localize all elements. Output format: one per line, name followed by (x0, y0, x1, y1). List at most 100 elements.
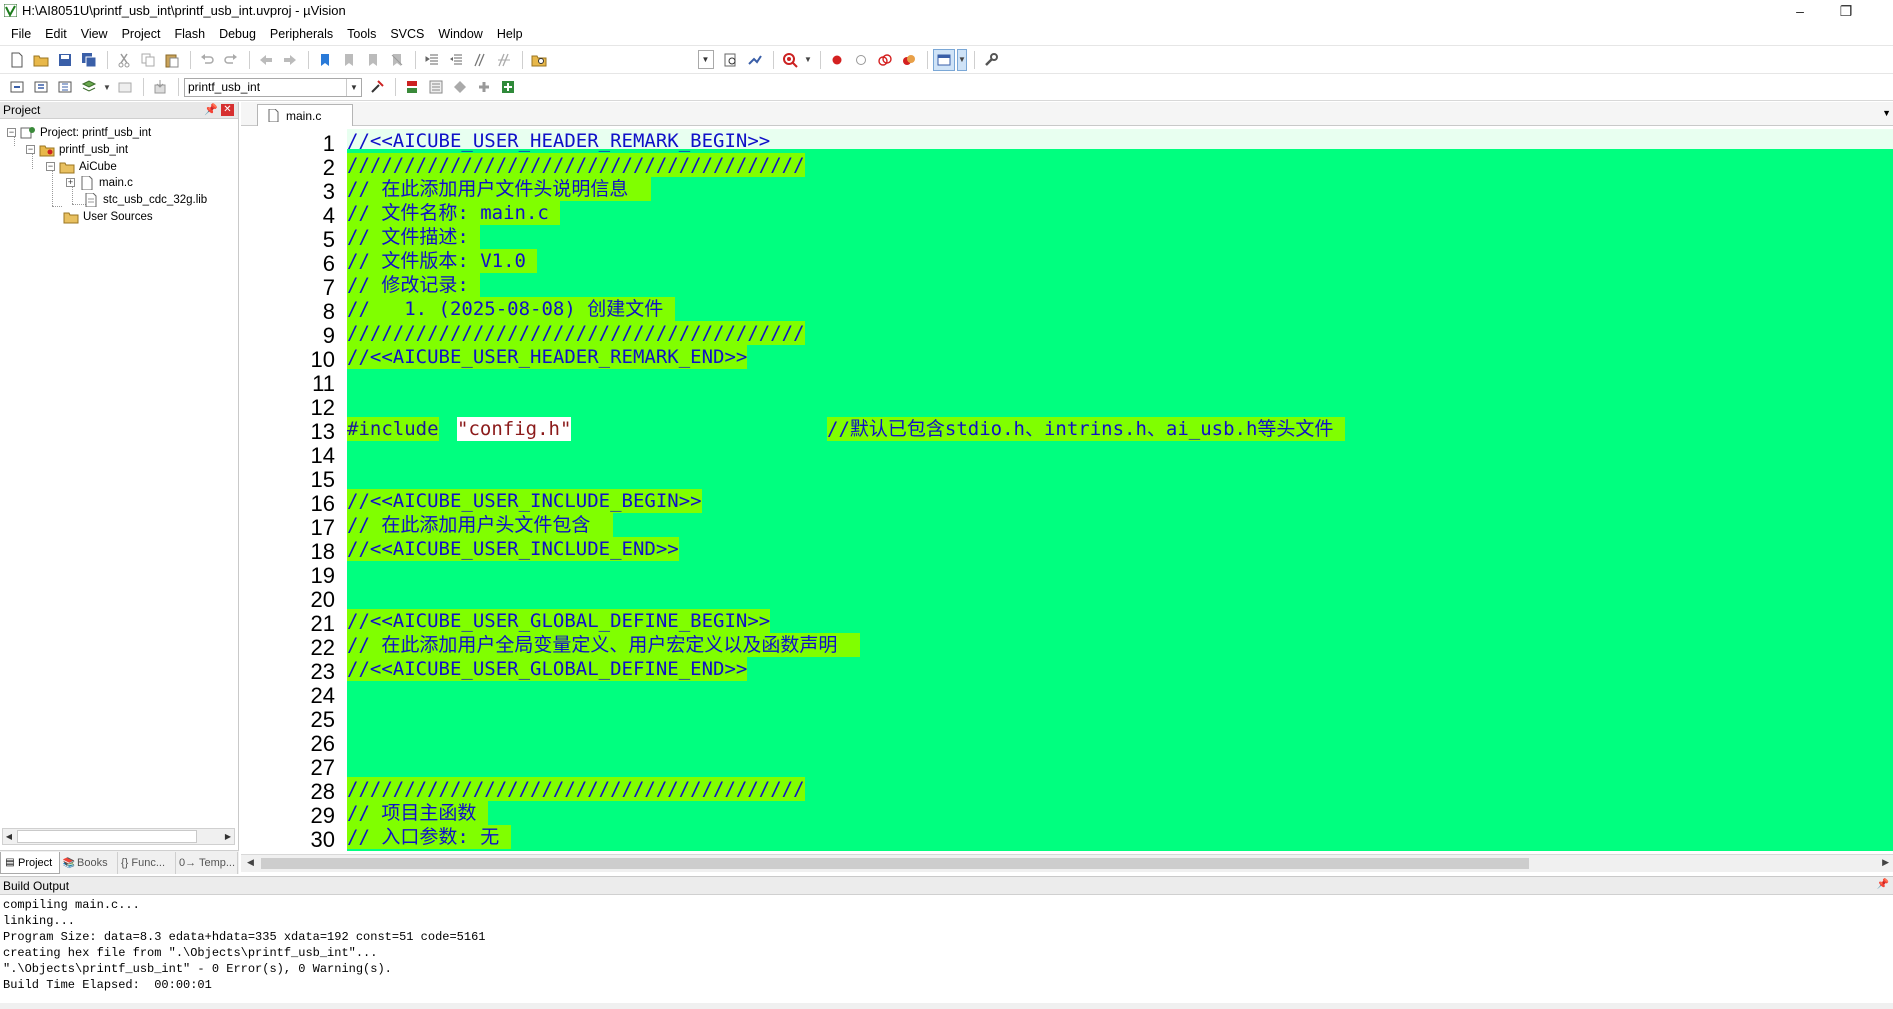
scroll-right-icon[interactable]: ▶ (222, 830, 234, 843)
save-icon[interactable] (54, 49, 76, 71)
enable-breakpoint-icon[interactable] (850, 49, 872, 71)
tab-main-c[interactable]: main.c (257, 104, 353, 126)
collapse-icon[interactable]: − (7, 128, 16, 137)
menu-svcs[interactable]: SVCS (383, 24, 431, 44)
aicube-icon[interactable] (497, 76, 519, 98)
kill-breakpoints-icon[interactable] (898, 49, 920, 71)
find-icon[interactable] (720, 49, 742, 71)
comment-selection-icon[interactable] (469, 49, 491, 71)
menu-help[interactable]: Help (490, 24, 530, 44)
menu-debug[interactable]: Debug (212, 24, 263, 44)
build-output-line: ".\Objects\printf_usb_int" - 0 Error(s),… (3, 962, 392, 976)
tab-project[interactable]: ▤ Project (0, 852, 60, 874)
collapse-icon[interactable]: − (26, 145, 35, 154)
chevron-down-icon[interactable]: ▼ (803, 49, 813, 71)
find-in-files-icon[interactable] (528, 49, 550, 71)
scrollbar-thumb[interactable] (17, 830, 197, 843)
tab-templates[interactable]: 0→ Temp... (176, 852, 238, 874)
batch-build-icon[interactable] (78, 76, 100, 98)
rebuild-icon[interactable] (54, 76, 76, 98)
toolbar-separator (190, 50, 191, 69)
uncomment-selection-icon[interactable] (493, 49, 515, 71)
menu-window[interactable]: Window (431, 24, 489, 44)
indent-icon[interactable] (421, 49, 443, 71)
undo-icon[interactable] (196, 49, 218, 71)
minimize-button[interactable]: – (1777, 0, 1823, 22)
chevron-down-icon[interactable]: ▼ (102, 76, 112, 98)
next-bookmark-icon[interactable] (362, 49, 384, 71)
download-load-icon[interactable] (149, 76, 171, 98)
toolbar-separator (308, 50, 309, 69)
insert-bookmark-icon[interactable] (314, 49, 336, 71)
paste-icon[interactable] (161, 49, 183, 71)
configure-wrench-icon[interactable] (980, 49, 1002, 71)
cut-icon[interactable] (113, 49, 135, 71)
translate-icon[interactable] (6, 76, 28, 98)
open-folder-icon[interactable] (30, 49, 52, 71)
code-line: //////////////////////////////////////// (347, 153, 805, 177)
editor-horizontal-scrollbar[interactable]: ◀ ▶ (241, 854, 1893, 872)
new-file-icon[interactable] (6, 49, 28, 71)
debug-session-icon[interactable] (779, 49, 801, 71)
incremental-find-icon[interactable] (744, 49, 766, 71)
manage-project-items-icon[interactable] (401, 76, 423, 98)
scrollbar-thumb[interactable] (261, 858, 1529, 869)
navigate-forward-icon[interactable] (279, 49, 301, 71)
code-line: //////////////////////////////////////// (347, 321, 805, 345)
manage-run-time-icon[interactable] (473, 76, 495, 98)
unindent-icon[interactable] (445, 49, 467, 71)
code-line: // 修改记录: (347, 273, 481, 297)
navigate-back-icon[interactable] (255, 49, 277, 71)
expand-icon[interactable]: + (66, 178, 75, 187)
scroll-left-icon[interactable]: ◀ (247, 857, 254, 868)
target-select[interactable]: printf_usb_int ▼ (184, 77, 362, 97)
select-software-packs-icon[interactable] (425, 76, 447, 98)
tab-books[interactable]: 📚 Books (60, 852, 118, 874)
build-icon[interactable] (30, 76, 52, 98)
tab-label: Project (18, 856, 53, 869)
code-string: "config.h" (457, 417, 572, 441)
menu-peripherals[interactable]: Peripherals (263, 24, 340, 44)
menu-tools[interactable]: Tools (340, 24, 383, 44)
menu-flash[interactable]: Flash (167, 24, 212, 44)
clear-bookmarks-icon[interactable] (386, 49, 408, 71)
code-editor[interactable]: //<<AICUBE_USER_HEADER_REMARK_BEGIN>> //… (347, 129, 1893, 851)
close-panel-button[interactable]: ✕ (221, 104, 234, 116)
project-horizontal-scrollbar[interactable]: ◀ ▶ (2, 828, 235, 845)
window-layout-icon[interactable] (933, 48, 955, 71)
tree-label: AiCube (79, 160, 117, 173)
pin-icon[interactable]: 📌 (204, 103, 218, 116)
menu-view[interactable]: View (74, 24, 115, 44)
collapse-icon[interactable]: − (46, 162, 55, 171)
menu-file[interactable]: File (4, 24, 38, 44)
disable-breakpoints-icon[interactable] (874, 49, 896, 71)
code-line: // 在此添加用户全局变量定义、用户宏定义以及函数声明 (347, 633, 861, 657)
scroll-left-icon[interactable]: ◀ (3, 830, 15, 843)
code-line: // 文件版本: V1.0 (347, 249, 538, 273)
restore-button[interactable]: ❐ (1823, 0, 1869, 22)
stop-build-icon[interactable] (114, 76, 136, 98)
insert-breakpoint-icon[interactable] (826, 49, 848, 71)
line-number: 13 (310, 419, 335, 444)
pack-installer-icon[interactable] (449, 76, 471, 98)
line-number: 15 (310, 467, 335, 492)
pin-icon[interactable]: 📌 (1877, 879, 1889, 890)
line-number: 11 (312, 371, 335, 396)
status-strip (0, 1003, 1893, 1009)
chevron-down-icon[interactable]: ▼ (1882, 108, 1891, 118)
target-options-icon[interactable] (366, 76, 388, 98)
line-number: 29 (310, 803, 335, 828)
tab-functions[interactable]: {} Func... (118, 852, 176, 874)
copy-icon[interactable] (137, 49, 159, 71)
chevron-down-icon[interactable]: ▼ (957, 48, 967, 71)
find-combo-dropdown[interactable]: ▼ (698, 50, 714, 69)
previous-bookmark-icon[interactable] (338, 49, 360, 71)
save-all-icon[interactable] (78, 49, 100, 71)
scroll-right-icon[interactable]: ▶ (1882, 857, 1889, 868)
redo-icon[interactable] (220, 49, 242, 71)
tree-group-user-sources[interactable]: User Sources (63, 207, 153, 226)
menu-project[interactable]: Project (115, 24, 168, 44)
menu-edit[interactable]: Edit (38, 24, 74, 44)
chevron-down-icon[interactable]: ▼ (346, 78, 361, 96)
code-line: // 文件名称: main.c (347, 201, 561, 225)
